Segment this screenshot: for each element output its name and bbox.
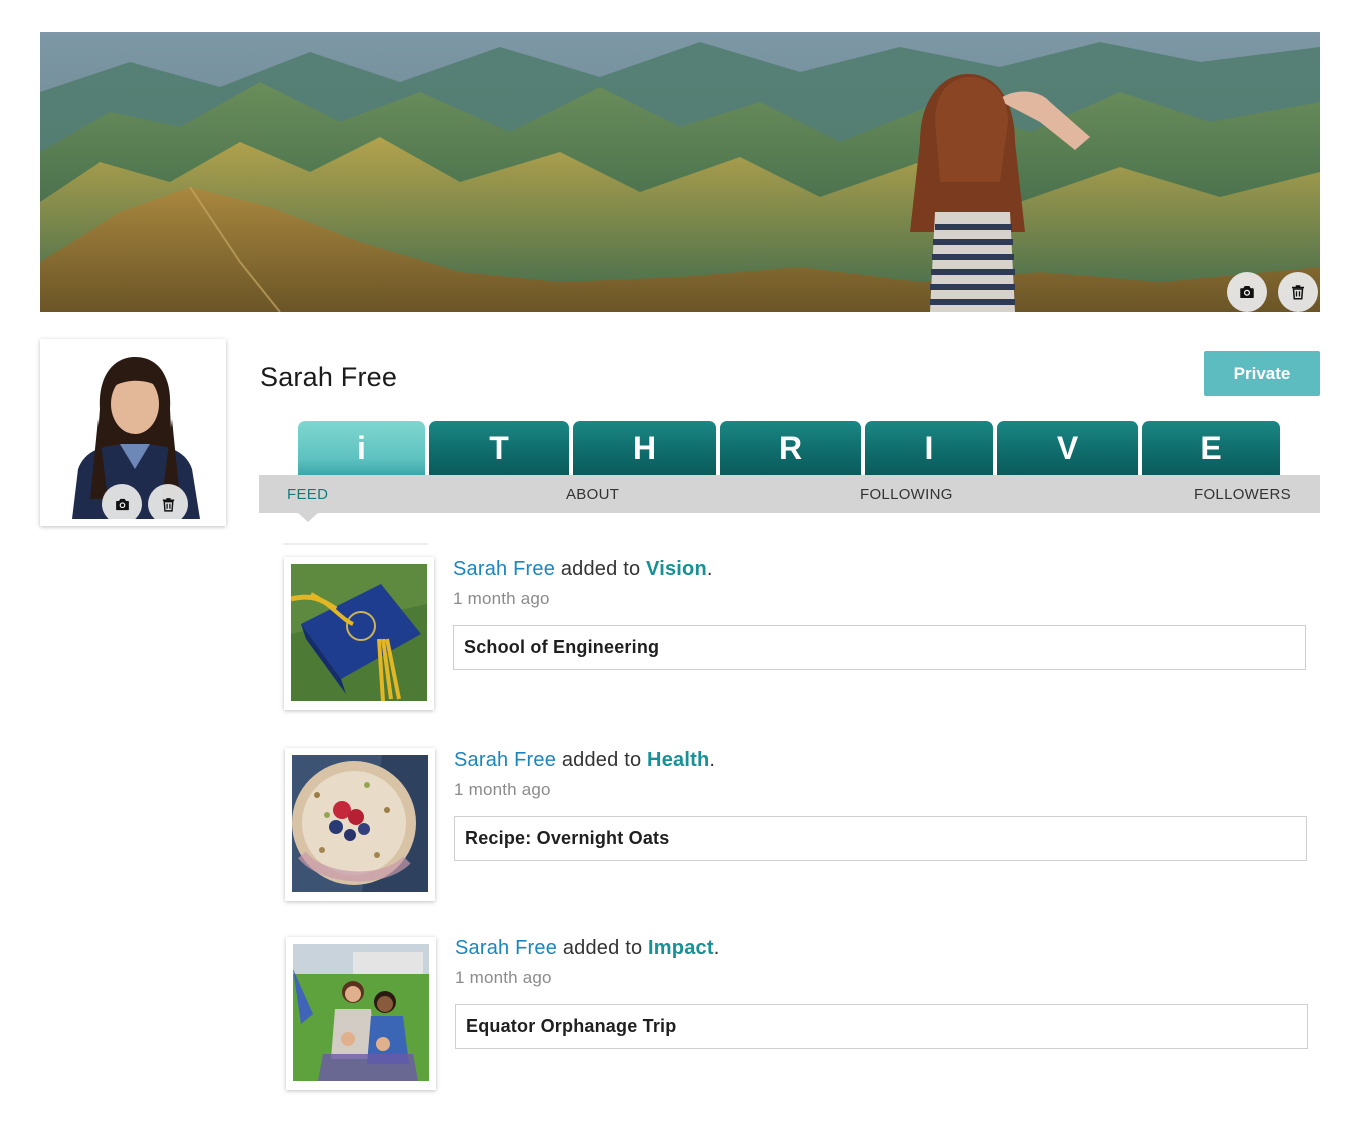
feed-post-title[interactable]: Recipe: Overnight Oats [454, 816, 1307, 861]
feed-thumbnail[interactable] [286, 937, 436, 1090]
cover-photo [40, 32, 1320, 312]
thrive-tab-v[interactable]: V [997, 421, 1138, 475]
feed-post-title[interactable]: School of Engineering [453, 625, 1306, 670]
feed-category-link[interactable]: Health [647, 749, 709, 771]
active-tab-caret [298, 513, 318, 522]
trash-icon [162, 497, 174, 512]
feed-thumbnail[interactable] [285, 748, 435, 901]
feed-user-link[interactable]: Sarah Free [454, 749, 556, 771]
thrive-tab-h[interactable]: H [573, 421, 716, 475]
feed-period: . [706, 558, 713, 580]
profile-name: Sarah Free [260, 362, 398, 392]
group-photo-image [293, 944, 429, 1081]
feed-action-text: added to [561, 749, 642, 771]
thrive-tab-i[interactable]: i [298, 421, 425, 475]
feed-item-title: Sarah Free added to Impact. [455, 937, 719, 960]
oats-bowl-image [292, 755, 428, 892]
thrive-tab-t[interactable]: T [429, 421, 569, 475]
cover-delete-button[interactable] [1278, 272, 1318, 312]
feed-item-title: Sarah Free added to Health. [454, 749, 715, 772]
feed-user-link[interactable]: Sarah Free [455, 937, 557, 959]
feed-timestamp: 1 month ago [453, 589, 550, 608]
avatar-delete-button[interactable] [148, 484, 188, 519]
feed-post-title[interactable]: Equator Orphanage Trip [455, 1004, 1308, 1049]
feed-timestamp: 1 month ago [455, 968, 552, 987]
subnav-following[interactable]: FOLLOWING [860, 486, 953, 503]
feed-category-link[interactable]: Vision [646, 558, 707, 580]
camera-icon [1240, 286, 1254, 298]
subnav-about[interactable]: ABOUT [566, 486, 619, 503]
feed-period: . [709, 749, 716, 771]
feed-period: . [713, 937, 720, 959]
cover-landscape-image [40, 32, 1320, 312]
feed-thumbnail[interactable] [284, 557, 434, 710]
profile-subnav: FEED ABOUT FOLLOWING FOLLOWERS [259, 475, 1320, 513]
feed-category-link[interactable]: Impact [648, 937, 714, 959]
trash-icon [1292, 285, 1304, 300]
feed-action-text: added to [562, 937, 643, 959]
avatar [50, 349, 216, 519]
thrive-tab-r[interactable]: R [720, 421, 861, 475]
feed-user-link[interactable]: Sarah Free [453, 558, 555, 580]
subnav-followers[interactable]: FOLLOWERS [1194, 486, 1291, 503]
cover-camera-button[interactable] [1227, 272, 1267, 312]
divider [283, 543, 428, 545]
avatar-camera-button[interactable] [102, 484, 142, 519]
feed-item-title: Sarah Free added to Vision. [453, 558, 713, 581]
privacy-button[interactable]: Private [1204, 351, 1320, 396]
feed-action-text: added to [560, 558, 641, 580]
graduation-cap-image [291, 564, 427, 701]
camera-icon [115, 498, 129, 510]
profile-avatar-card [40, 339, 226, 526]
thrive-tab-e[interactable]: E [1142, 421, 1280, 475]
thrive-tab-i2[interactable]: I [865, 421, 993, 475]
subnav-feed[interactable]: FEED [287, 486, 328, 503]
feed-timestamp: 1 month ago [454, 780, 551, 799]
